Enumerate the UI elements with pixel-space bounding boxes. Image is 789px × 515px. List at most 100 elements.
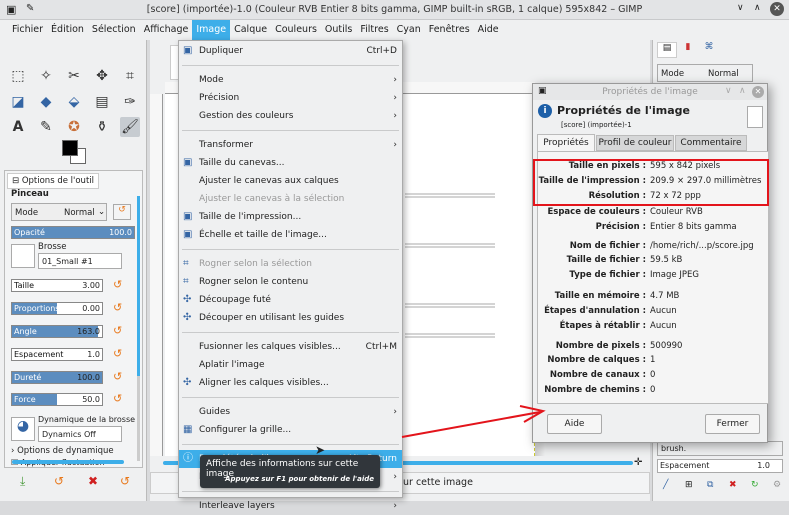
horizontal-scrollbar[interactable] — [12, 460, 124, 464]
reset-mode-button[interactable]: ↺ — [113, 204, 131, 220]
menu-aide[interactable]: Aide — [474, 20, 503, 40]
menu-item[interactable]: ▦ Configurer la grille... — [179, 421, 402, 439]
menu-item[interactable]: ▣ Dupliquer Ctrl+D — [179, 42, 402, 60]
scrollbar[interactable] — [137, 196, 140, 461]
restore-options-icon[interactable]: ↺ — [54, 474, 64, 488]
crop-tool-icon[interactable]: ⌗ — [120, 66, 140, 86]
menu-item[interactable]: Guides › — [179, 403, 402, 421]
tab-channels-icon[interactable]: ▮ — [678, 42, 698, 58]
rect-select-tool-icon[interactable]: ⬚ — [8, 66, 28, 86]
layer-mode-select[interactable]: Mode Normal — [657, 64, 753, 82]
menu-item[interactable]: ✣ Découper en utilisant les guides — [179, 309, 402, 327]
scissors-tool-icon[interactable]: ✂ — [64, 66, 84, 86]
minimize-button[interactable]: ∨ — [737, 3, 744, 13]
slider-taille[interactable]: Taille 3.00 — [11, 279, 103, 292]
fuzzy-select-tool-icon[interactable]: ✧ — [36, 66, 56, 86]
opacity-slider[interactable]: Opacité 100.0 — [11, 226, 135, 239]
help-button[interactable]: Aide — [547, 414, 602, 434]
menu-cyan[interactable]: Cyan — [393, 20, 425, 40]
maximize-button[interactable]: ∧ — [754, 3, 761, 13]
menu-item[interactable]: Précision › — [179, 89, 402, 107]
reset-icon[interactable]: ↺ — [113, 301, 122, 314]
new-brush-icon[interactable]: ⊞ — [685, 480, 693, 490]
heal-tool-icon[interactable]: ✪ — [64, 117, 84, 137]
foreground-color-swatch[interactable] — [62, 140, 78, 156]
close-button[interactable]: ✕ — [770, 2, 784, 16]
menu-affichage[interactable]: Affichage — [140, 20, 193, 40]
path-tool-icon[interactable]: ✑ — [120, 92, 140, 112]
brush-name-field[interactable]: 01_Small #1 — [38, 253, 122, 269]
bucket-fill-icon[interactable]: ⬙ — [64, 92, 84, 112]
reset-icon[interactable]: ↺ — [113, 278, 122, 291]
menu-item[interactable]: Aplatir l'image — [179, 356, 402, 374]
menu-fenêtres[interactable]: Fenêtres — [425, 20, 474, 40]
navigate-icon[interactable]: ✛ — [634, 457, 642, 468]
minimize-button[interactable]: ∨ — [725, 86, 732, 96]
slider-angle[interactable]: Angle 163.0 — [11, 325, 103, 338]
brush-preview[interactable] — [11, 244, 35, 268]
save-options-icon[interactable]: ⤓ — [20, 474, 25, 489]
gradient-tool-icon[interactable]: ▤ — [92, 92, 112, 112]
tab-layers-icon[interactable]: ▤ — [657, 42, 677, 58]
slider-force[interactable]: Force 50.0 — [11, 393, 103, 406]
duplicate-brush-icon[interactable]: ⧉ — [707, 480, 713, 490]
refresh-brushes-icon[interactable]: ↻ — [751, 480, 759, 490]
menu-filtres[interactable]: Filtres — [356, 20, 392, 40]
menu-item[interactable]: ✣ Découpage futé — [179, 291, 402, 309]
tab-tool-options[interactable]: ⊟ Options de l'outil — [7, 173, 99, 189]
menu-item[interactable]: ▣ Taille du canevas... — [179, 154, 402, 172]
slider-dureté[interactable]: Dureté 100.0 — [11, 371, 103, 384]
text-tool-icon[interactable]: A — [8, 117, 28, 137]
menu-fichier[interactable]: Fichier — [8, 20, 47, 40]
menu-couleurs[interactable]: Couleurs — [271, 20, 321, 40]
paintbrush-tool-icon[interactable]: 🖌 — [120, 117, 140, 137]
pencil-tool-icon[interactable]: ✎ — [36, 117, 56, 137]
clone-tool-icon[interactable]: ⚱ — [92, 117, 112, 137]
menu-item[interactable]: Mode › — [179, 71, 402, 89]
tab-properties[interactable]: Propriétés — [537, 134, 595, 151]
menu-édition[interactable]: Édition — [47, 20, 88, 40]
slider-proportions[interactable]: Proportions 0.00 — [11, 302, 103, 315]
tab-comment[interactable]: Commentaire — [675, 135, 747, 151]
dynamics-options-expander[interactable]: › Options de dynamique — [11, 446, 114, 456]
edit-brush-icon[interactable]: ╱ — [663, 480, 668, 490]
reset-icon[interactable]: ↺ — [113, 347, 122, 360]
menu-item[interactable]: ⌗ Rogner selon le contenu — [179, 273, 402, 291]
close-dialog-button[interactable]: Fermer — [705, 414, 760, 434]
move-tool-icon[interactable]: ✥ — [92, 66, 112, 86]
reset-icon[interactable]: ↺ — [113, 370, 122, 383]
reset-options-icon[interactable]: ↺ — [120, 474, 130, 488]
menu-item[interactable]: Interleave layers › — [179, 497, 402, 515]
menu-item[interactable]: ▣ Taille de l'impression... — [179, 208, 402, 226]
slider-espacement[interactable]: Espacement 1.0 — [11, 348, 103, 361]
reset-icon[interactable]: ↺ — [113, 392, 122, 405]
tab-paths-icon[interactable]: ⌘ — [699, 42, 719, 58]
dynamics-field[interactable]: Dynamics Off — [38, 426, 122, 442]
menu-item[interactable]: Fusionner les calques visibles... Ctrl+M — [179, 338, 402, 356]
menu-item[interactable]: ▣ Échelle et taille de l'image... — [179, 226, 402, 244]
tab-color-profile[interactable]: Profil de couleur — [596, 135, 674, 151]
menu-outils[interactable]: Outils — [321, 20, 356, 40]
mode-select[interactable]: Mode Normal ⌄ — [11, 203, 107, 221]
delete-brush-icon[interactable]: ✖ — [729, 480, 737, 490]
spacing-slider[interactable]: Espacement 1.0 — [657, 459, 783, 473]
menu-item[interactable]: Transformer › — [179, 136, 402, 154]
menu-item[interactable]: Gestion des couleurs › — [179, 107, 402, 125]
delete-options-icon[interactable]: ✖ — [88, 474, 98, 488]
transform-tool-icon[interactable]: ◪ — [8, 92, 28, 112]
menu-item[interactable]: ✣ Aligner les calques visibles... — [179, 374, 402, 392]
warp-tool-icon[interactable]: ◆ — [36, 92, 56, 112]
menu-calque[interactable]: Calque — [230, 20, 271, 40]
menu-item[interactable]: ⌗ Rogner selon la sélection — [179, 255, 402, 273]
menu-item[interactable]: Ajuster le canevas à la sélection — [179, 190, 402, 208]
reset-icon[interactable]: ↺ — [113, 324, 122, 337]
brush-select[interactable]: brush. — [657, 441, 783, 456]
menu-item[interactable]: Ajuster le canevas aux calques — [179, 172, 402, 190]
maximize-button[interactable]: ∧ — [739, 86, 746, 96]
menu-image[interactable]: Image — [192, 20, 231, 40]
dynamics-icon[interactable]: ◕ — [11, 417, 35, 441]
menu-sélection[interactable]: Sélection — [88, 20, 140, 40]
settings-icon[interactable]: ⚙ — [773, 480, 781, 490]
close-button[interactable]: ✕ — [752, 86, 764, 98]
property-row: Nom de fichier : /home/rich/...p/score.jp… — [533, 241, 769, 255]
